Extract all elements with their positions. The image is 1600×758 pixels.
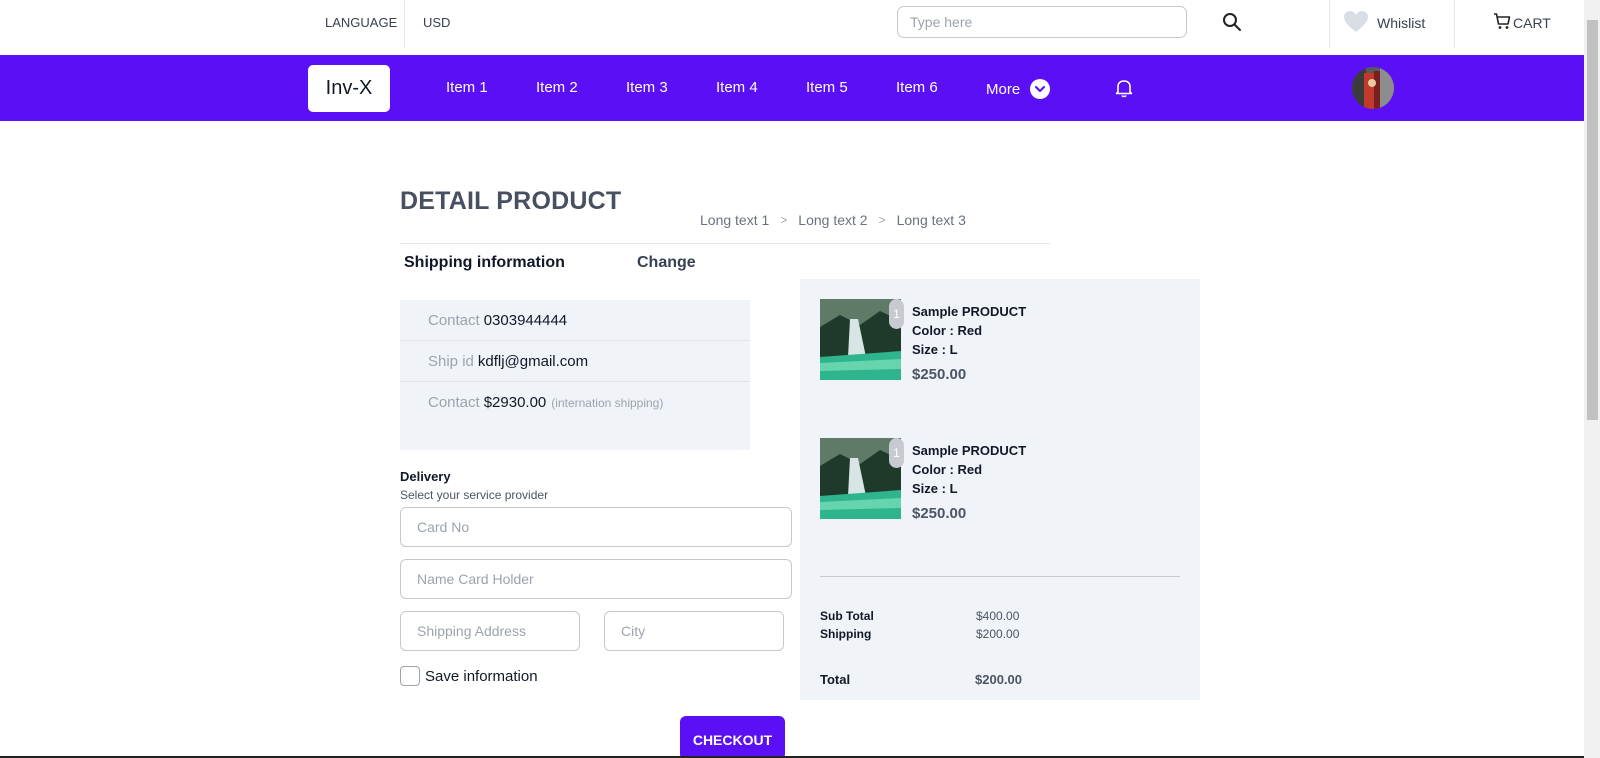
info-row: Contact $2930.00 (internation shipping) <box>400 382 750 423</box>
search-input[interactable] <box>897 6 1187 38</box>
subtotal-value: $400.00 <box>976 609 1020 623</box>
divider <box>1329 0 1330 48</box>
product-size: Size : L <box>912 481 958 496</box>
info-value: 0303944444 <box>483 311 568 329</box>
card-holder-input[interactable] <box>400 559 792 599</box>
nav-item-1[interactable]: Item 1 <box>446 79 488 96</box>
cart-item: 1 Sample PRODUCT Color : Red Size : L $2… <box>820 438 1180 528</box>
info-label: Ship id <box>428 352 474 370</box>
cart-link[interactable]: CART <box>1493 12 1551 33</box>
divider <box>404 0 405 48</box>
product-name: Sample PRODUCT <box>912 443 1027 458</box>
total-label: Total <box>820 672 851 687</box>
chevron-right-icon: > <box>780 213 788 227</box>
info-row: Ship id kdflj@gmail.com <box>400 341 750 382</box>
page-title: DETAIL PRODUCT <box>400 187 622 215</box>
delivery-title: Delivery <box>400 469 451 484</box>
more-menu[interactable]: More <box>986 79 1051 99</box>
product-details: Sample PRODUCT Color : Red Size : L <box>912 302 1026 359</box>
total-value: $200.00 <box>975 672 1022 687</box>
breadcrumb-item[interactable]: Long text 1 <box>700 212 769 228</box>
wishlist-label: Whislist <box>1377 15 1426 31</box>
shipping-address-input[interactable] <box>400 611 580 651</box>
nav-item-2[interactable]: Item 2 <box>536 79 578 96</box>
product-color: Color : Red <box>912 462 983 477</box>
divider <box>400 243 1050 244</box>
info-note: (internation shipping) <box>551 395 664 410</box>
top-bar: LANGUAGE USD Whislist CART <box>0 0 1584 55</box>
cart-label: CART <box>1513 14 1551 31</box>
product-details: Sample PRODUCT Color : Red Size : L <box>912 441 1026 498</box>
shipping-label: Shipping <box>820 627 872 641</box>
divider <box>1454 0 1455 48</box>
nav-item-5[interactable]: Item 5 <box>806 79 848 96</box>
product-price: $250.00 <box>912 366 967 383</box>
shipping-info-box: Contact 0303944444 Ship id kdflj@gmail.c… <box>400 300 750 450</box>
bell-icon[interactable] <box>1115 78 1133 103</box>
order-summary: 1 Sample PRODUCT Color : Red Size : L $2… <box>800 279 1200 700</box>
change-link[interactable]: Change <box>637 254 696 272</box>
save-information-label: Save information <box>425 667 538 685</box>
subtotal-label: Sub Total <box>820 609 874 623</box>
product-name: Sample PRODUCT <box>912 304 1027 319</box>
cart-item: 1 Sample PRODUCT Color : Red Size : L $2… <box>820 299 1180 389</box>
main-nav: Inv-X Item 1 Item 2 Item 3 Item 4 Item 5… <box>0 55 1584 121</box>
info-value: kdflj@gmail.com <box>477 352 589 370</box>
divider <box>820 576 1180 577</box>
save-information-checkbox[interactable] <box>400 666 420 686</box>
cart-icon <box>1493 12 1511 33</box>
search-icon[interactable] <box>1222 12 1244 34</box>
city-input[interactable] <box>604 611 784 651</box>
info-label: Contact <box>428 311 480 329</box>
product-size: Size : L <box>912 342 958 357</box>
avatar[interactable] <box>1352 67 1394 109</box>
card-no-input[interactable] <box>400 507 792 547</box>
scrollbar-thumb[interactable] <box>1587 20 1598 420</box>
language-selector[interactable]: LANGUAGE <box>325 15 397 30</box>
info-value: $2930.00 <box>483 394 547 411</box>
checkout-button[interactable]: CHECKOUT <box>680 716 785 758</box>
breadcrumb-item[interactable]: Long text 3 <box>897 212 966 228</box>
delivery-subtitle: Select your service provider <box>400 488 549 502</box>
quantity-badge: 1 <box>889 299 904 329</box>
currency-selector[interactable]: USD <box>423 15 450 30</box>
nav-item-4[interactable]: Item 4 <box>716 79 758 96</box>
heart-icon <box>1343 10 1369 37</box>
shipping-title: Shipping information <box>404 254 565 271</box>
page-scrollbar[interactable] <box>1584 0 1600 758</box>
nav-item-6[interactable]: Item 6 <box>896 79 938 96</box>
breadcrumb-item[interactable]: Long text 2 <box>798 212 867 228</box>
info-label: Contact <box>428 394 480 411</box>
quantity-badge: 1 <box>889 438 904 468</box>
save-information: Save information <box>400 666 538 686</box>
chevron-right-icon: > <box>878 213 886 227</box>
wishlist-link[interactable]: Whislist <box>1343 10 1425 36</box>
chevron-down-icon <box>1030 79 1051 99</box>
info-row: Contact 0303944444 <box>400 300 750 341</box>
nav-item-3[interactable]: Item 3 <box>626 79 668 96</box>
product-color: Color : Red <box>912 323 983 338</box>
logo[interactable]: Inv-X <box>308 65 390 112</box>
shipping-value: $200.00 <box>976 627 1020 641</box>
product-price: $250.00 <box>912 505 967 522</box>
breadcrumb: Long text 1 > Long text 2 > Long text 3 <box>700 212 966 228</box>
more-label: More <box>986 80 1021 98</box>
